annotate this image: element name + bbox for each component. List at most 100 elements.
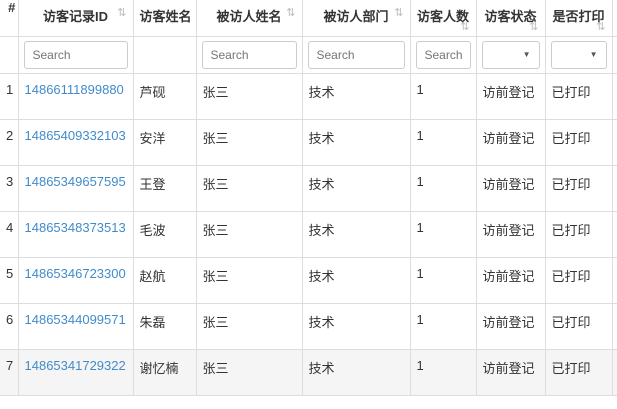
visitor-status-text: 访前登记 <box>482 222 535 238</box>
table-row[interactable]: 7 14865341729322 谢忆楠 张三 技术 1 访前登记 已打印 <box>0 348 617 396</box>
filter-host-dept-input[interactable] <box>307 40 405 69</box>
host-name: 张三 <box>195 302 303 350</box>
sort-icon[interactable]: ⇅ <box>286 6 295 19</box>
visitor-count: 1 <box>409 118 477 166</box>
visitor-count-text: 1 <box>416 357 424 373</box>
visitor-status: 访前登记 <box>475 256 546 304</box>
visitor-status: 访前登记 <box>475 72 546 120</box>
visitor-status: 访前登记 <box>475 348 546 396</box>
visitor-name: 安洋 <box>132 118 197 166</box>
filter-empty <box>132 35 197 74</box>
sort-icon[interactable]: ⇅ <box>460 20 469 33</box>
print-status: 已打印 <box>544 118 613 166</box>
sort-icon[interactable]: ⇅ <box>117 6 126 19</box>
filter-status-select[interactable]: ▼ <box>481 40 540 69</box>
sort-icon[interactable]: ⇅ <box>529 20 538 33</box>
visitor-status-text: 访前登记 <box>482 176 535 192</box>
filter-count-input[interactable] <box>415 40 471 69</box>
visitor-id-link-text[interactable]: 14865348373513 <box>25 220 126 235</box>
sort-icon[interactable]: ⇅ <box>394 6 403 19</box>
table-row[interactable]: 5 14865346723300 赵航 张三 技术 1 访前登记 已打印 <box>0 256 617 304</box>
row-actions[interactable] <box>611 302 617 350</box>
print-status-text: 已打印 <box>551 176 591 192</box>
row-index: 6 <box>0 302 19 350</box>
filter-extra <box>611 35 617 74</box>
visitor-name: 毛波 <box>132 210 197 258</box>
visitor-count-text: 1 <box>416 265 424 281</box>
row-actions[interactable] <box>611 72 617 120</box>
host-name-text: 张三 <box>202 84 229 100</box>
visitor-id-link-text[interactable]: 14865344099571 <box>25 312 126 327</box>
host-name-text: 张三 <box>202 360 229 376</box>
host-dept: 技术 <box>301 118 411 166</box>
print-status: 已打印 <box>544 72 613 120</box>
host-dept-text: 技术 <box>308 176 335 192</box>
row-index-text: 7 <box>6 357 14 373</box>
col-visitor-count[interactable]: 访客人数 ⇅ <box>409 0 477 37</box>
visitor-id-link-text[interactable]: 14865349657595 <box>25 174 126 189</box>
visitor-id-link-text[interactable]: 14866111899880 <box>25 82 124 97</box>
visitor-name: 谢忆楠 <box>132 348 197 396</box>
row-actions[interactable] <box>611 210 617 258</box>
visitor-status-text: 访前登记 <box>482 314 535 330</box>
col-visitor-name: 访客姓名 <box>132 0 197 37</box>
table-row[interactable]: 1 14866111899880 芦砚 张三 技术 1 访前登记 已打印 <box>0 72 617 120</box>
visitor-count: 1 <box>409 72 477 120</box>
row-actions[interactable] <box>611 256 617 304</box>
host-dept-text: 技术 <box>308 84 335 100</box>
host-dept-text: 技术 <box>308 130 335 146</box>
col-host-dept[interactable]: 被访人部门 ⇅ <box>301 0 411 37</box>
row-index: 3 <box>0 164 19 212</box>
host-dept: 技术 <box>301 348 411 396</box>
visitor-name-text: 朱磊 <box>139 314 166 330</box>
visitor-count: 1 <box>409 256 477 304</box>
row-index-text: 2 <box>6 127 14 143</box>
print-status: 已打印 <box>544 210 613 258</box>
col-index: # <box>0 0 19 37</box>
col-printed[interactable]: 是否打印 ⇅ <box>544 0 613 37</box>
visitor-id-link-text[interactable]: 14865409332103 <box>25 128 126 143</box>
row-actions[interactable] <box>611 348 617 396</box>
row-index-text: 5 <box>6 265 14 281</box>
visitor-id-link-text[interactable]: 14865346723300 <box>25 266 126 281</box>
row-actions[interactable] <box>611 118 617 166</box>
sort-icon[interactable]: ⇅ <box>596 20 605 33</box>
filter-host-name-input[interactable] <box>201 40 297 69</box>
visitor-name-text: 王登 <box>139 176 166 192</box>
visitor-count-text: 1 <box>416 81 424 97</box>
filter-printed-select[interactable]: ▼ <box>550 40 607 69</box>
visitor-status-text: 访前登记 <box>482 360 535 376</box>
row-index: 2 <box>0 118 19 166</box>
col-status[interactable]: 访客状态 ⇅ <box>475 0 546 37</box>
visitor-id-link-text[interactable]: 14865341729322 <box>25 358 126 373</box>
host-name: 张三 <box>195 72 303 120</box>
header-row: # 访客记录ID ⇅ 访客姓名 被访人姓名 ⇅ 被访人部门 ⇅ 访客人数 ⇅ 访客状态 ⇅… <box>0 0 617 37</box>
table-row[interactable]: 6 14865344099571 朱磊 张三 技术 1 访前登记 已打印 <box>0 302 617 350</box>
host-name: 张三 <box>195 348 303 396</box>
host-dept-text: 技术 <box>308 314 335 330</box>
row-index-text: 1 <box>6 81 14 97</box>
col-label: 被访人部门 <box>323 9 389 24</box>
host-name: 张三 <box>195 256 303 304</box>
chevron-down-icon: ▼ <box>589 50 598 59</box>
host-dept: 技术 <box>301 302 411 350</box>
visitor-id-link: 14865344099571 <box>17 302 134 350</box>
table-row[interactable]: 3 14865349657595 王登 张三 技术 1 访前登记 已打印 <box>0 164 617 212</box>
table-row[interactable]: 4 14865348373513 毛波 张三 技术 1 访前登记 已打印 <box>0 210 617 258</box>
table-row[interactable]: 2 14865409332103 安洋 张三 技术 1 访前登记 已打印 <box>0 118 617 166</box>
host-name-text: 张三 <box>202 130 229 146</box>
print-status-text: 已打印 <box>551 360 591 376</box>
visitor-id-link: 14865409332103 <box>17 118 134 166</box>
row-actions[interactable] <box>611 164 617 212</box>
host-name-text: 张三 <box>202 222 229 238</box>
chevron-down-icon: ▼ <box>522 50 531 59</box>
col-visitor-id[interactable]: 访客记录ID ⇅ <box>17 0 134 37</box>
filter-visitor-id-input[interactable] <box>23 40 128 69</box>
visitor-count: 1 <box>409 302 477 350</box>
host-name-text: 张三 <box>202 176 229 192</box>
col-label: 访客记录ID <box>42 9 108 24</box>
col-host-name[interactable]: 被访人姓名 ⇅ <box>195 0 303 37</box>
host-name: 张三 <box>195 210 303 258</box>
row-index: 4 <box>0 210 19 258</box>
visitor-status-text: 访前登记 <box>482 268 535 284</box>
